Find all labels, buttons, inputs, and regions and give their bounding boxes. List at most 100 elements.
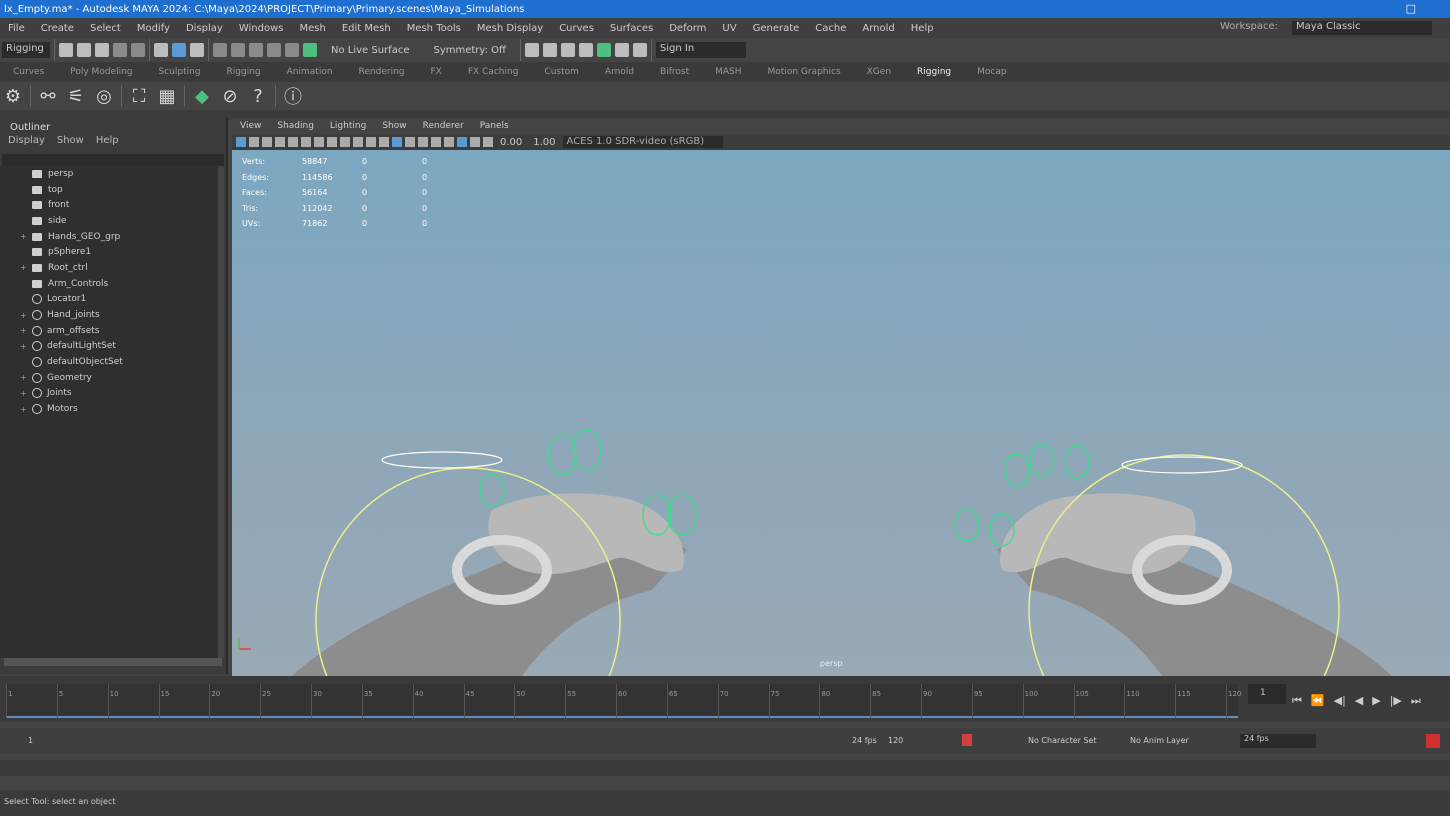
menu-create[interactable]: Create [41, 23, 74, 34]
blend-shape-icon[interactable]: ▦ [156, 85, 178, 107]
shelf-tab[interactable]: Motion Graphics [768, 67, 841, 77]
shelf-tab[interactable]: Curves [13, 67, 44, 77]
field-chart-icon[interactable] [340, 137, 350, 147]
wireframe-on-shaded-icon[interactable] [392, 137, 402, 147]
xray-icon[interactable] [470, 137, 480, 147]
shelf-tab[interactable]: Bifrost [660, 67, 689, 77]
outliner-scrollbar[interactable] [218, 166, 224, 658]
outliner-item[interactable]: front [0, 197, 218, 213]
command-line[interactable] [0, 760, 1450, 776]
xray-joints-icon[interactable] [483, 137, 493, 147]
viewport-3d[interactable]: Verts: 58847 0 0 Edges: 114586 0 0 Faces: 56164 0 0… [232, 150, 1450, 676]
viewport-menu-renderer[interactable]: Renderer [423, 121, 464, 131]
viewport-menu-shading[interactable]: Shading [277, 121, 314, 131]
shelf-tab[interactable]: Mocap [977, 67, 1006, 77]
menuset-dropdown[interactable]: Rigging [2, 42, 50, 58]
outliner-item[interactable]: + Geometry [0, 370, 218, 386]
scene-render[interactable] [232, 150, 1450, 676]
outliner-hscrollbar[interactable] [4, 658, 222, 666]
select-hierarchy-icon[interactable] [154, 43, 168, 57]
viewport-menu-view[interactable]: View [240, 121, 261, 131]
menu-arnold[interactable]: Arnold [862, 23, 894, 34]
joint-tool-icon[interactable]: ⚯ [37, 85, 59, 107]
help-icon[interactable]: ? [247, 85, 269, 107]
step-forward-frame-button[interactable]: |▶ [1390, 694, 1402, 708]
step-back-key-button[interactable]: ⏪ [1311, 694, 1325, 708]
outliner-menu-help[interactable]: Help [96, 135, 119, 146]
outliner-menu-display[interactable]: Display [8, 135, 45, 146]
camera-attributes-icon[interactable] [249, 137, 259, 147]
outliner-item[interactable]: + Joints [0, 386, 218, 402]
viewport-menu-show[interactable]: Show [382, 121, 406, 131]
viewport-menu-panels[interactable]: Panels [480, 121, 509, 131]
hik-icon[interactable]: ⊘ [219, 85, 241, 107]
safe-action-icon[interactable] [353, 137, 363, 147]
outliner-item[interactable]: top [0, 182, 218, 198]
outliner-item[interactable]: + defaultLightSet [0, 339, 218, 355]
menu-deform[interactable]: Deform [669, 23, 706, 34]
textured-icon[interactable] [405, 137, 415, 147]
menu-modify[interactable]: Modify [137, 23, 170, 34]
menu-mesh-tools[interactable]: Mesh Tools [407, 23, 461, 34]
menu-surfaces[interactable]: Surfaces [610, 23, 653, 34]
menu-select[interactable]: Select [90, 23, 121, 34]
outliner-menu-show[interactable]: Show [57, 135, 84, 146]
select-object-icon[interactable] [172, 43, 186, 57]
anim-preferences-icon[interactable] [1426, 734, 1440, 748]
open-scene-icon[interactable] [77, 43, 91, 57]
shelf-tab[interactable]: FX Caching [468, 67, 519, 77]
save-scene-icon[interactable] [95, 43, 109, 57]
current-frame-field[interactable]: 1 [1248, 684, 1286, 704]
outliner-item[interactable]: Arm_Controls [0, 276, 218, 292]
outliner-item[interactable]: persp [0, 166, 218, 182]
menu-cache[interactable]: Cache [815, 23, 846, 34]
character-set-dropdown[interactable]: No Character Set [1028, 736, 1097, 745]
exposure-field[interactable]: 0.00 [500, 137, 522, 148]
outliner-item[interactable]: + Motors [0, 401, 218, 417]
menu-display[interactable]: Display [186, 23, 223, 34]
info-icon[interactable]: ⓘ [282, 85, 304, 108]
time-slider-track[interactable]: 1 5 10 15 20 25 30 35 40 45 50 55 60 65 70 75 80 85 90 95 10… [6, 684, 1241, 718]
snap-curve-icon[interactable] [231, 43, 245, 57]
hypershade-icon[interactable] [596, 43, 611, 57]
isolate-select-icon[interactable] [457, 137, 467, 147]
expand-icon[interactable]: + [20, 405, 28, 414]
workspace-dropdown[interactable]: Maya Classic [1292, 21, 1432, 35]
image-plane-icon[interactable] [275, 137, 285, 147]
snap-point-icon[interactable] [249, 43, 263, 57]
select-camera-icon[interactable] [236, 137, 246, 147]
menu-help[interactable]: Help [911, 23, 934, 34]
gamma-field[interactable]: 1.00 [533, 137, 555, 148]
restore-window-icon[interactable]: □ [1406, 2, 1416, 15]
outliner-search-input[interactable] [2, 154, 224, 166]
shelf-tab[interactable]: Rigging [227, 67, 261, 77]
range-end-field[interactable]: 120 [888, 736, 903, 745]
menu-uv[interactable]: UV [722, 23, 736, 34]
outliner-item[interactable]: Locator1 [0, 292, 218, 308]
snap-view-icon[interactable] [267, 43, 281, 57]
outliner-item[interactable]: + arm_offsets [0, 323, 218, 339]
shelf-tab[interactable]: Poly Modeling [70, 67, 132, 77]
paint-weights-icon[interactable]: ⛶ [128, 85, 150, 107]
shelf-tab[interactable]: Animation [287, 67, 333, 77]
shelf-tab[interactable]: Custom [544, 67, 578, 77]
grid-icon[interactable] [288, 137, 298, 147]
expand-icon[interactable]: + [20, 232, 28, 241]
symmetry-label[interactable]: Symmetry: Off [433, 45, 505, 56]
ipr-render-icon[interactable] [560, 43, 575, 57]
menu-file[interactable]: File [8, 23, 25, 34]
outliner-item[interactable]: defaultObjectSet [0, 354, 218, 370]
render-view-icon[interactable] [524, 43, 539, 57]
menu-mesh-display[interactable]: Mesh Display [477, 23, 543, 34]
go-to-start-button[interactable]: ⏮ [1292, 694, 1302, 708]
render-frame-icon[interactable] [542, 43, 557, 57]
snap-surface-icon[interactable] [285, 43, 299, 57]
expand-icon[interactable]: + [20, 326, 28, 335]
outliner-item[interactable]: + Root_ctrl [0, 260, 218, 276]
shelf-tab[interactable]: Sculpting [159, 67, 201, 77]
auto-key-icon[interactable] [962, 734, 972, 746]
arnold-ipr-icon[interactable] [632, 43, 647, 57]
anim-layer-dropdown[interactable]: No Anim Layer [1130, 736, 1189, 745]
shelf-tab[interactable]: Arnold [605, 67, 634, 77]
colorspace-dropdown[interactable]: ACES 1.0 SDR-video (sRGB) [562, 136, 723, 148]
